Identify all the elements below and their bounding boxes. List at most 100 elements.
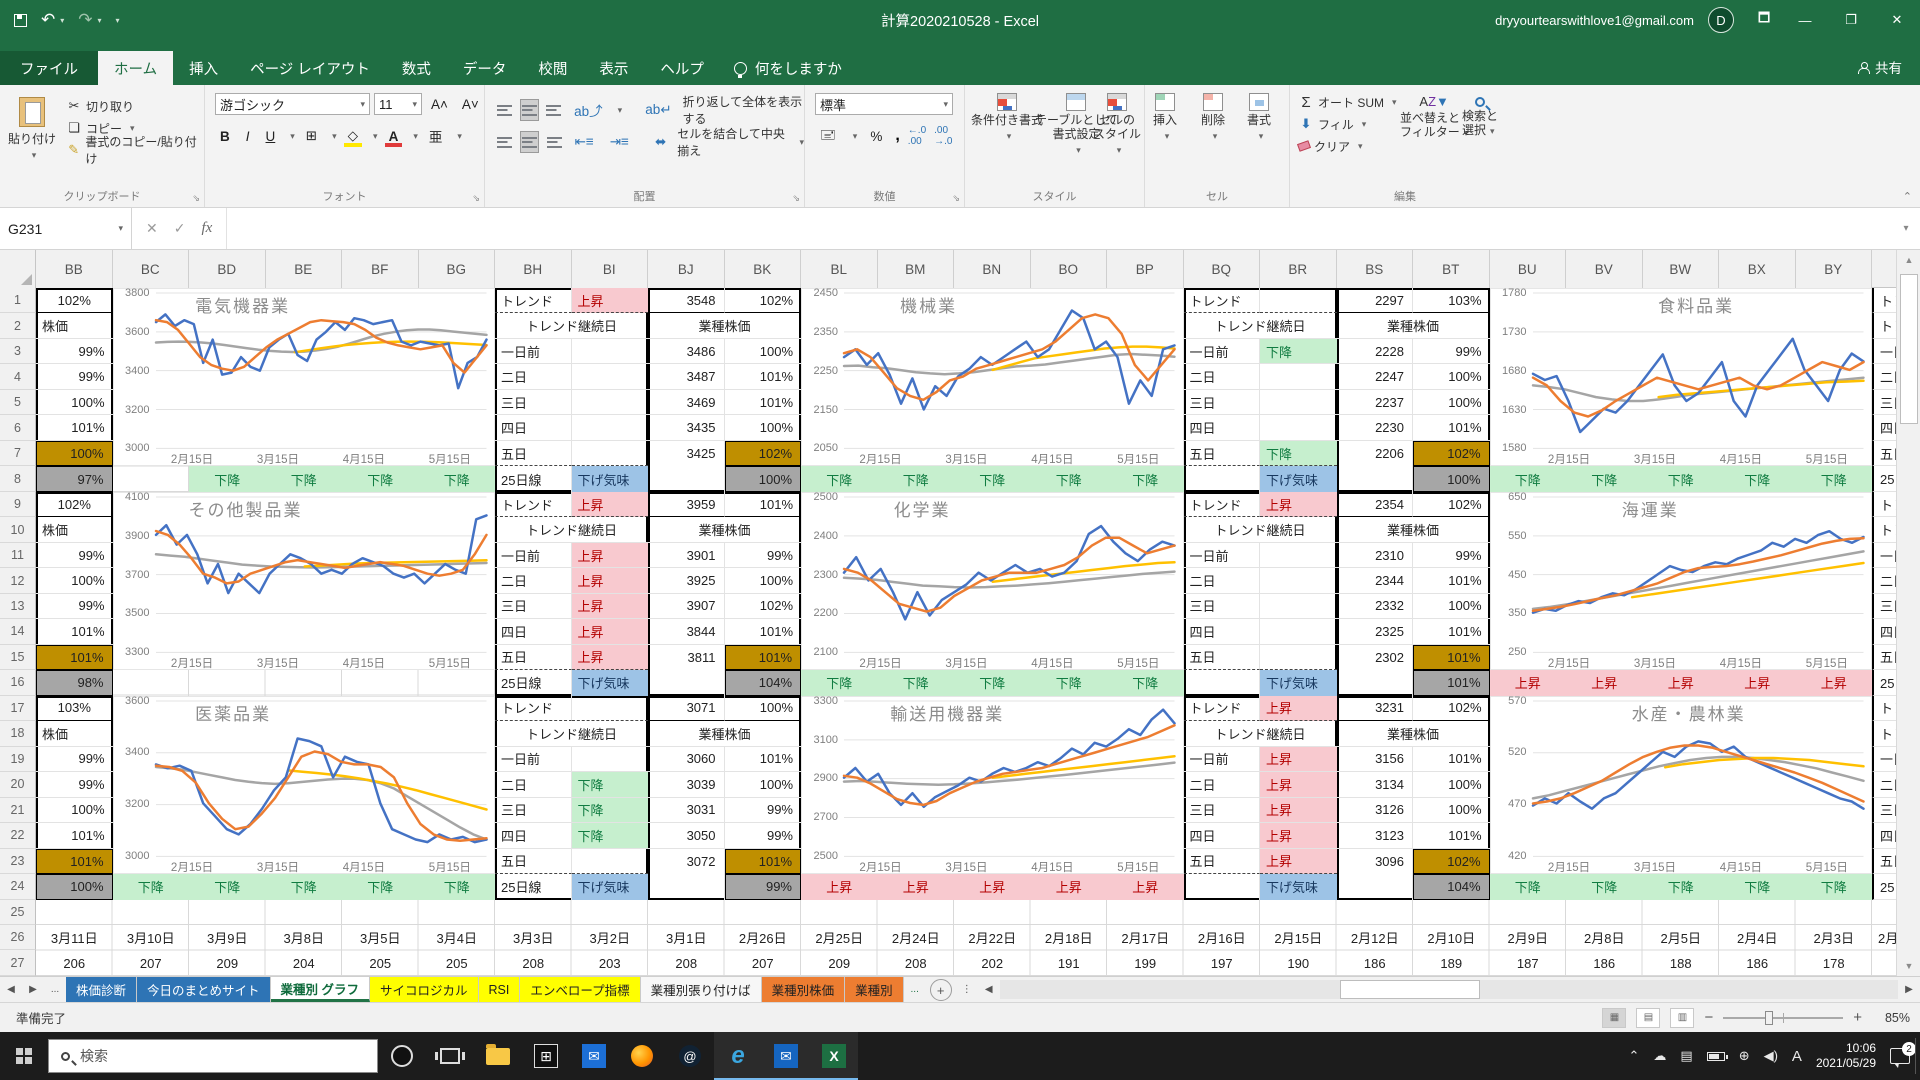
file-explorer-icon[interactable] — [474, 1032, 522, 1080]
partial-cell[interactable]: トレンド継続日 — [1872, 313, 1896, 338]
count-cell[interactable]: 186 — [1566, 950, 1643, 975]
expand-formula-bar-icon[interactable]: ▾ — [1892, 208, 1920, 249]
chart-機械業[interactable]: 245023502250215020502月15日3月15日4月15日5月15日… — [801, 288, 1184, 466]
action-center-icon[interactable]: 2 — [1890, 1048, 1910, 1064]
date-cell[interactable]: 2月18日 — [1031, 925, 1108, 950]
count-cell[interactable]: 189 — [1413, 950, 1490, 975]
sheet-tab-今日のまとめサイト[interactable]: 今日のまとめサイト — [137, 977, 271, 1002]
price-pct[interactable]: 99% — [1413, 339, 1490, 364]
under-trend-cell[interactable]: 下降 — [342, 466, 419, 491]
price-value[interactable]: 3959 — [648, 492, 725, 517]
sheet-grid[interactable]: 1234567891011121314151617181920212223242… — [0, 288, 1920, 976]
date-cell[interactable]: 3月10日 — [113, 925, 190, 950]
partial-cell[interactable]: トレンド — [1872, 288, 1896, 313]
row-header-22[interactable]: 22 — [0, 823, 36, 848]
partial-cell[interactable]: 25日線 — [1872, 874, 1896, 899]
page-break-view-icon[interactable]: ▥ — [1670, 1008, 1694, 1028]
price-pct[interactable]: 99% — [725, 543, 802, 568]
email-client-icon[interactable]: @ — [666, 1032, 714, 1080]
partial-cell[interactable]: 五日 — [1872, 849, 1896, 874]
under-trend-cell[interactable]: 下降 — [878, 466, 955, 491]
under-trend-cell[interactable]: 下降 — [1796, 466, 1873, 491]
trend-value[interactable] — [1260, 415, 1337, 440]
trend-value[interactable]: 下降 — [1260, 339, 1337, 364]
price-pct[interactable]: 103% — [1413, 288, 1490, 313]
trend-label[interactable]: 一日前 — [1184, 747, 1261, 772]
volume-icon[interactable]: ◀) — [1764, 1048, 1778, 1064]
partial-cell[interactable]: 四日 — [1872, 415, 1896, 440]
start-button[interactable] — [0, 1032, 48, 1080]
under-trend-cell[interactable]: 下降 — [1031, 466, 1108, 491]
row-header-27[interactable]: 27 — [0, 950, 36, 975]
under-trend-cell[interactable]: 下降 — [801, 670, 878, 695]
under-trend-cell[interactable]: 上昇 — [1796, 670, 1873, 695]
hscroll-left-icon[interactable]: ◀ — [978, 977, 1000, 1002]
tab-scroll-right-icon[interactable]: ▶ — [22, 977, 44, 1002]
partial-cell[interactable]: トレンド継続日 — [1872, 517, 1896, 542]
partial-cell[interactable]: 二日 — [1872, 364, 1896, 389]
count-cell[interactable]: 207 — [725, 950, 802, 975]
price-pct[interactable]: 102% — [1413, 441, 1490, 466]
partial-cell[interactable]: 一日前 — [1872, 339, 1896, 364]
count-cell[interactable]: 206 — [36, 950, 113, 975]
zoom-in-icon[interactable]: + — [1853, 1009, 1862, 1026]
count-cell[interactable]: 178 — [1796, 950, 1873, 975]
under-trend-cell[interactable]: 下降 — [954, 670, 1031, 695]
date-cell[interactable]: 2月4日 — [1719, 925, 1796, 950]
trend-value[interactable] — [1260, 594, 1337, 619]
ribbon-tab-挿入[interactable]: 挿入 — [173, 51, 234, 85]
count-cell[interactable]: 204 — [266, 950, 343, 975]
row-header-19[interactable]: 19 — [0, 747, 36, 772]
clock[interactable]: 10:06 2021/05/29 — [1816, 1041, 1876, 1071]
bb-cell[interactable]: 100% — [36, 798, 113, 823]
bb-cell[interactable]: 株価 — [36, 721, 113, 746]
under-trend-cell[interactable]: 下降 — [1566, 466, 1643, 491]
onedrive-cloud-icon[interactable]: ☁ — [1653, 1048, 1666, 1064]
ribbon-display-options-icon[interactable]: 🗖 — [1746, 0, 1782, 40]
column-header-BS[interactable]: BS — [1337, 250, 1414, 288]
wrap-text-button[interactable]: 折り返して全体を表示する — [683, 93, 804, 127]
trend-value[interactable]: 下降 — [572, 798, 649, 823]
date-cell[interactable]: 3月1日 — [648, 925, 725, 950]
font-dialog-launcher-icon[interactable]: ⇘ — [472, 193, 480, 204]
network-icon[interactable]: ⊕ — [1739, 1048, 1750, 1064]
trend-value[interactable]: 上昇 — [1260, 823, 1337, 848]
price-pct[interactable]: 100% — [1413, 364, 1490, 389]
price-value[interactable]: 2247 — [1337, 364, 1414, 389]
close-button[interactable]: ✕ — [1874, 0, 1920, 40]
row-header-17[interactable]: 17 — [0, 696, 36, 721]
find-select-button[interactable]: 検索と選択▾ — [1462, 89, 1498, 138]
under-trend-cell[interactable]: 下降 — [266, 874, 343, 899]
chart-食料品業[interactable]: 178017301680163015802月15日3月15日4月15日5月15日… — [1490, 288, 1873, 466]
trend-days-header[interactable]: トレンド継続日 — [495, 313, 648, 338]
horizontal-scrollbar-thumb[interactable] — [1340, 980, 1480, 999]
vertical-scrollbar[interactable]: ▲ ▼ — [1896, 250, 1920, 976]
price-value[interactable]: 2344 — [1337, 568, 1414, 593]
partial-cell[interactable]: 五日 — [1872, 645, 1896, 670]
row-header-4[interactable]: 4 — [0, 364, 36, 389]
sheet-tab-業種別株価[interactable]: 業種別株価 — [762, 977, 846, 1002]
under-trend-cell[interactable]: 下降 — [801, 466, 878, 491]
chart-電気機器業[interactable]: 380036003400320030002月15日3月15日4月15日5月15日… — [113, 288, 496, 466]
zoom-level[interactable]: 85% — [1872, 1011, 1910, 1025]
price-pct[interactable]: 99% — [725, 874, 802, 899]
price-pct[interactable]: 101% — [725, 747, 802, 772]
grow-font-button[interactable]: A˄ — [426, 93, 453, 115]
price-value[interactable] — [648, 670, 725, 695]
ribbon-tab-表示[interactable]: 表示 — [583, 51, 644, 85]
trend-value[interactable]: 下げ気味 — [1260, 670, 1337, 695]
price-pct[interactable]: 99% — [725, 798, 802, 823]
excel-icon[interactable]: X — [810, 1032, 858, 1080]
price-value[interactable]: 3469 — [648, 390, 725, 415]
trend-label[interactable] — [1184, 874, 1261, 899]
price-pct[interactable]: 101% — [1413, 670, 1490, 695]
trend-label[interactable]: トレンド — [495, 696, 572, 721]
row-header-3[interactable]: 3 — [0, 339, 36, 364]
price-pct[interactable]: 100% — [725, 415, 802, 440]
price-pct[interactable]: 101% — [725, 849, 802, 874]
sector-price-header[interactable]: 業種株価 — [648, 517, 801, 542]
under-trend-cell[interactable]: 下降 — [1719, 466, 1796, 491]
bb-cell[interactable]: 101% — [36, 823, 113, 848]
trend-label[interactable]: 四日 — [495, 415, 572, 440]
sheet-tab-エンベロープ指標[interactable]: エンベロープ指標 — [520, 977, 640, 1002]
